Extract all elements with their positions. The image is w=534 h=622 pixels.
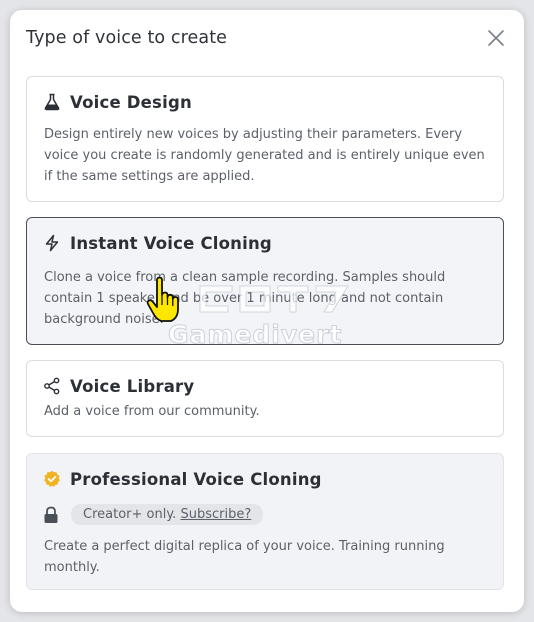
share-icon (43, 377, 61, 395)
badge-text: Creator+ only. (83, 507, 177, 522)
lock-icon (44, 506, 58, 523)
lightning-icon (43, 234, 61, 252)
card-description: Design entirely new voices by adjusting … (44, 127, 485, 184)
verified-badge-icon (43, 470, 61, 488)
close-icon (488, 30, 504, 46)
card-description: Clone a voice from a clean sample record… (44, 270, 446, 327)
card-title: Voice Design (70, 92, 192, 112)
card-title: Voice Library (70, 376, 195, 396)
card-description: Create a perfect digital replica of your… (44, 539, 445, 575)
flask-icon (43, 93, 61, 111)
modal-title: Type of voice to create (26, 28, 228, 48)
professional-voice-cloning-option: Professional Voice Cloning Creator+ only… (26, 453, 504, 590)
card-title: Instant Voice Cloning (70, 233, 272, 253)
card-description: Add a voice from our community. (44, 404, 260, 419)
instant-voice-cloning-option[interactable]: Instant Voice Cloning Clone a voice from… (26, 217, 504, 345)
subscribe-link[interactable]: Subscribe? (180, 507, 251, 522)
card-title: Professional Voice Cloning (70, 469, 322, 489)
voice-design-option[interactable]: Voice Design Design entirely new voices … (26, 76, 504, 202)
creator-plus-badge: Creator+ only. Subscribe? (71, 504, 264, 525)
voice-library-option[interactable]: Voice Library Add a voice from our commu… (26, 360, 504, 437)
create-voice-modal: Type of voice to create Voice Design Des… (10, 10, 524, 612)
close-button[interactable] (486, 28, 506, 48)
